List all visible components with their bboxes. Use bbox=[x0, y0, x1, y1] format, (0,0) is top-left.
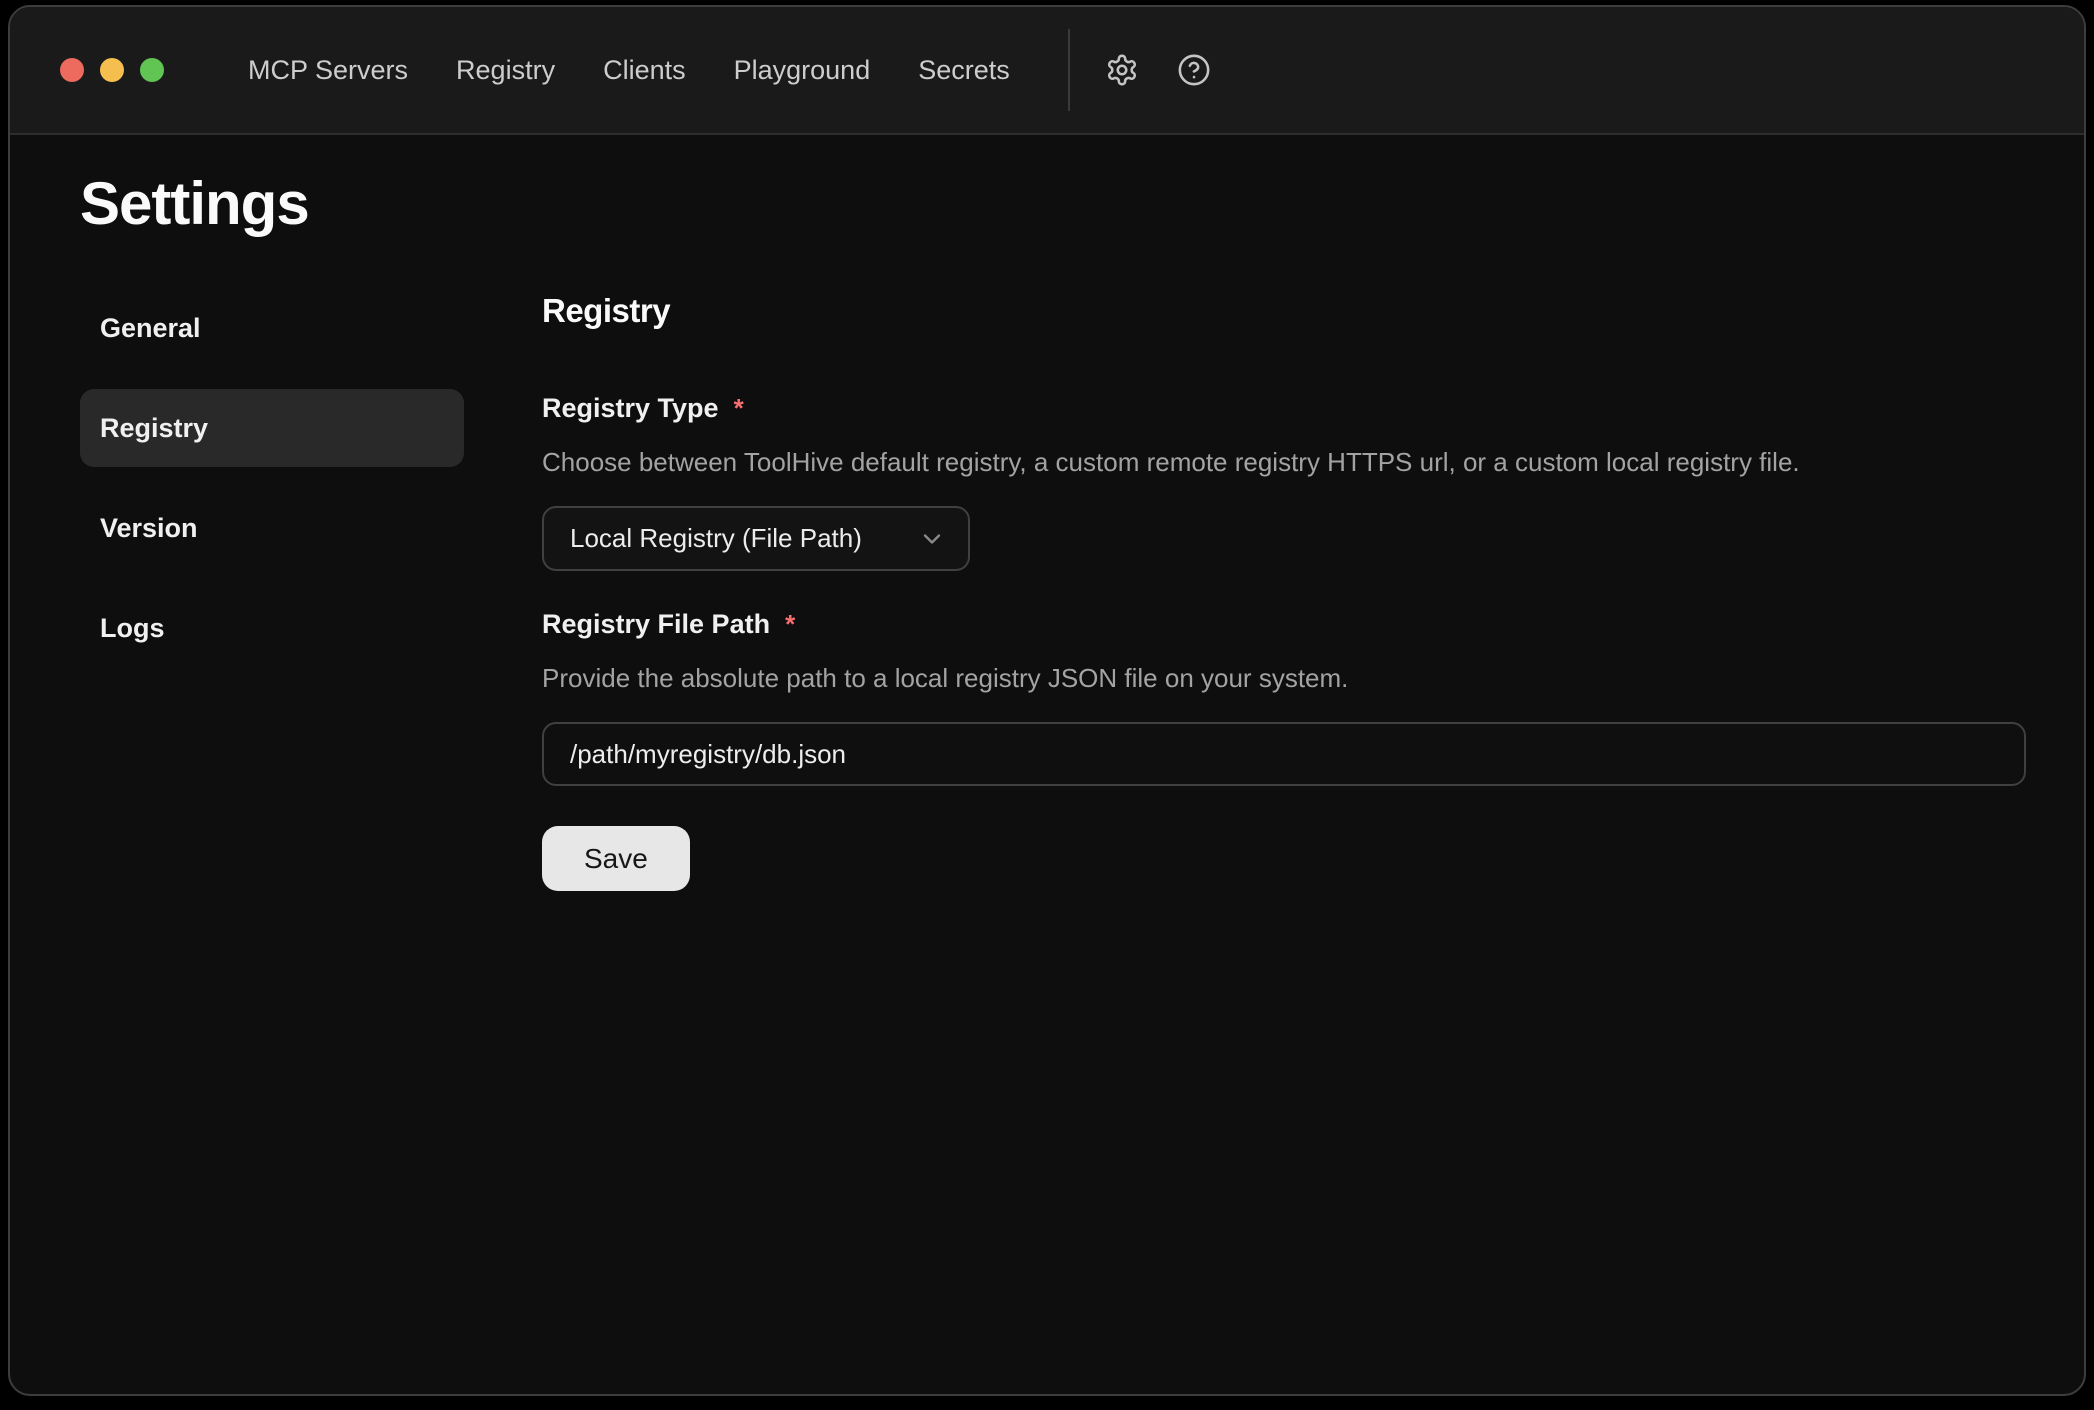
top-navigation: MCP Servers Registry Clients Playground … bbox=[248, 55, 1010, 86]
settings-sidebar: General Registry Version Logs bbox=[80, 289, 464, 689]
registry-file-path-label: Registry File Path bbox=[542, 609, 770, 640]
settings-gear-icon bbox=[1105, 53, 1139, 87]
registry-type-selected-value: Local Registry (File Path) bbox=[570, 523, 862, 554]
window-controls bbox=[60, 58, 164, 82]
titlebar: MCP Servers Registry Clients Playground … bbox=[10, 7, 2084, 135]
settings-page: Settings General Registry Version Logs R… bbox=[10, 135, 2084, 1394]
registry-type-label-row: Registry Type * bbox=[542, 393, 2026, 424]
section-title: Registry bbox=[542, 291, 2026, 331]
registry-file-path-input[interactable] bbox=[542, 722, 2026, 786]
nav-divider bbox=[1068, 29, 1070, 111]
registry-type-select[interactable]: Local Registry (File Path) bbox=[542, 506, 970, 571]
nav-mcp-servers[interactable]: MCP Servers bbox=[248, 55, 408, 86]
registry-file-path-description: Provide the absolute path to a local reg… bbox=[542, 662, 2026, 694]
close-window-button[interactable] bbox=[60, 58, 84, 82]
settings-gear-button[interactable] bbox=[1102, 50, 1142, 90]
required-asterisk: * bbox=[734, 393, 744, 424]
registry-type-description: Choose between ToolHive default registry… bbox=[542, 446, 2026, 478]
chevron-down-icon bbox=[918, 525, 946, 553]
sidebar-item-registry[interactable]: Registry bbox=[80, 389, 464, 467]
zoom-window-button[interactable] bbox=[140, 58, 164, 82]
page-title: Settings bbox=[80, 171, 2014, 237]
nav-secrets[interactable]: Secrets bbox=[918, 55, 1010, 86]
app-window: MCP Servers Registry Clients Playground … bbox=[8, 5, 2086, 1396]
nav-clients[interactable]: Clients bbox=[603, 55, 686, 86]
minimize-window-button[interactable] bbox=[100, 58, 124, 82]
save-button[interactable]: Save bbox=[542, 826, 690, 891]
registry-settings-panel: Registry Registry Type * Choose between … bbox=[542, 289, 2026, 891]
sidebar-item-logs[interactable]: Logs bbox=[80, 589, 464, 667]
registry-type-label: Registry Type bbox=[542, 393, 719, 424]
sidebar-item-general[interactable]: General bbox=[80, 289, 464, 367]
nav-registry[interactable]: Registry bbox=[456, 55, 555, 86]
required-asterisk: * bbox=[785, 609, 795, 640]
registry-file-path-label-row: Registry File Path * bbox=[542, 609, 2026, 640]
nav-playground[interactable]: Playground bbox=[734, 55, 871, 86]
help-button[interactable] bbox=[1174, 50, 1214, 90]
help-circle-icon bbox=[1177, 53, 1211, 87]
sidebar-item-version[interactable]: Version bbox=[80, 489, 464, 567]
